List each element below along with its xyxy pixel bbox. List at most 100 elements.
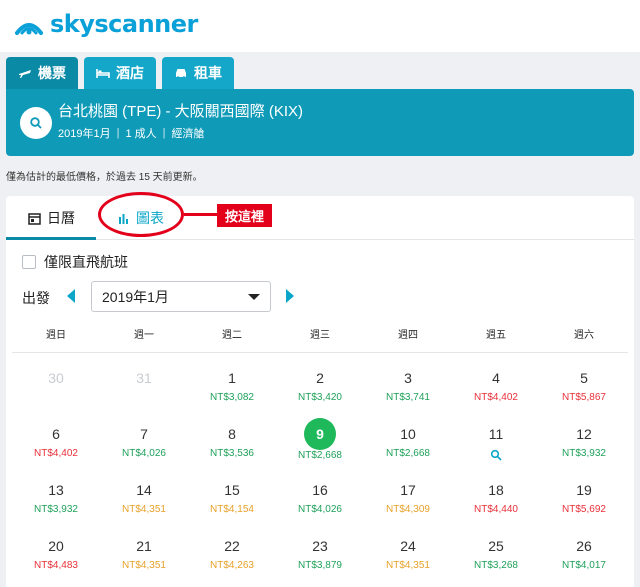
day-number: 6 [52,426,60,442]
skyscanner-logo[interactable]: skyscanner [14,10,198,38]
calendar-day-selected[interactable]: 9 NT$2,668 [276,418,364,475]
day-number: 26 [576,538,592,554]
search-icon[interactable] [490,449,502,461]
weekday-label: 週一 [134,330,154,341]
tab-chart-label: 圖表 [136,210,164,226]
calendar-day[interactable]: 1 NT$3,082 [188,363,276,419]
tab-chart[interactable]: 圖表 [117,206,164,230]
day-number: 31 [136,370,152,386]
tab-calendar[interactable]: 日曆 [28,206,75,230]
calendar-day[interactable]: 16 NT$4,026 [276,475,364,531]
day-number: 1 [228,370,236,386]
product-tabs: 機票 酒店 租車 [6,57,234,89]
day-price: NT$3,536 [210,448,254,459]
calendar-day[interactable]: 7 NT$4,026 [100,419,188,475]
calendar-day[interactable]: 2 NT$3,420 [276,363,364,419]
annotation-line [184,213,217,216]
calendar-day[interactable]: 12 NT$3,932 [540,419,628,475]
car-icon [176,69,186,79]
tab-car-hire[interactable]: 租車 [162,57,234,89]
search-summary-bar[interactable]: 台北桃園 (TPE) - 大阪關西國際 (KIX) 2019年1月 | 1 成人… [6,89,634,156]
weekday-header: 週日 週一 週二 週三 週四 週五 週六 [12,323,628,353]
day-number: 12 [576,426,592,442]
bed-icon [96,69,110,78]
day-price: NT$4,440 [474,504,518,515]
plane-icon [19,70,31,78]
day-number: 15 [224,482,240,498]
calendar-grid: 30 31 1 NT$3,082 2 NT$3,420 3 NT$3,741 4 NT$4,402… [12,363,628,587]
calendar-day[interactable]: 20 NT$4,483 [12,531,100,587]
top-bar: skyscanner [0,0,640,52]
day-price: NT$4,026 [122,448,166,459]
calendar-day[interactable]: 24 NT$4,351 [364,531,452,587]
day-number: 30 [48,370,64,386]
day-number: 20 [48,538,64,554]
day-price: NT$4,351 [122,560,166,571]
active-tab-indicator [6,237,96,240]
search-details: 2019年1月 | 1 成人 | 經濟艙 [58,125,205,141]
direct-only-checkbox[interactable] [22,255,36,269]
month-select[interactable]: 2019年1月 [91,281,271,312]
day-price: NT$2,668 [386,448,430,459]
calendar-day[interactable]: 22 NT$4,263 [188,531,276,587]
tab-car-hire-label: 租車 [194,65,222,81]
weekday-label: 週六 [574,330,594,341]
day-number: 13 [48,482,64,498]
tab-flights-label: 機票 [38,65,66,81]
day-number: 22 [224,538,240,554]
search-cabin: 經濟艙 [171,128,205,140]
search-button[interactable] [20,107,52,139]
previous-month-arrow-icon[interactable] [67,289,75,303]
day-number: 21 [136,538,152,554]
calendar-day[interactable]: 3 NT$3,741 [364,363,452,419]
chevron-down-icon [248,294,260,300]
day-price: NT$4,263 [210,560,254,571]
calendar-day[interactable]: 10 NT$2,668 [364,419,452,475]
day-number: 18 [488,482,504,498]
day-price: NT$3,932 [562,448,606,459]
calendar-day[interactable]: 6 NT$4,402 [12,419,100,475]
tab-hotels-label: 酒店 [116,65,144,81]
day-number: 23 [312,538,328,554]
calendar-day[interactable]: 19 NT$5,692 [540,475,628,531]
day-price: NT$4,017 [562,560,606,571]
calendar-day[interactable]: 13 NT$3,932 [12,475,100,531]
next-month-arrow-icon[interactable] [286,289,294,303]
bar-chart-icon [119,213,128,224]
calendar-day[interactable]: 5 NT$5,867 [540,363,628,419]
view-tabs: 日曆 圖表 按這裡 [6,192,634,240]
calendar-day[interactable]: 4 NT$4,402 [452,363,540,419]
day-price: NT$4,309 [386,504,430,515]
price-calendar-card: 日曆 圖表 按這裡 僅限直飛航班 出發 2019年1月 週日 週一 週二 週三 … [6,192,634,587]
calendar-day[interactable]: 15 NT$4,154 [188,475,276,531]
day-price: NT$4,402 [34,448,78,459]
tab-calendar-label: 日曆 [47,210,75,226]
calendar-day[interactable]: 25 NT$3,268 [452,531,540,587]
day-number: 4 [492,370,500,386]
day-price: NT$3,932 [34,504,78,515]
day-price: NT$4,402 [474,392,518,403]
calendar-day[interactable]: 21 NT$4,351 [100,531,188,587]
weekday-label: 週二 [222,330,242,341]
search-passengers: 1 成人 [125,128,157,140]
separator: | [162,127,166,139]
direct-only-filter[interactable]: 僅限直飛航班 [22,252,128,272]
calendar-day[interactable]: 14 NT$4,351 [100,475,188,531]
direct-only-label: 僅限直飛航班 [44,254,128,270]
day-price: NT$4,026 [298,504,342,515]
calendar-day[interactable]: 17 NT$4,309 [364,475,452,531]
calendar-day[interactable]: 26 NT$4,017 [540,531,628,587]
calendar-day: 31 [100,363,188,419]
annotation-label: 按這裡 [217,204,273,227]
separator: | [116,127,120,139]
tab-flights[interactable]: 機票 [6,57,78,89]
day-number: 5 [580,370,588,386]
day-price: NT$5,692 [562,504,606,515]
day-price: NT$4,351 [386,560,430,571]
tab-hotels[interactable]: 酒店 [84,57,156,89]
calendar-day[interactable]: 23 NT$3,879 [276,531,364,587]
day-number: 14 [136,482,152,498]
calendar-day[interactable]: 18 NT$4,440 [452,475,540,531]
calendar-day[interactable]: 11 [452,419,540,475]
calendar-day[interactable]: 8 NT$3,536 [188,419,276,475]
